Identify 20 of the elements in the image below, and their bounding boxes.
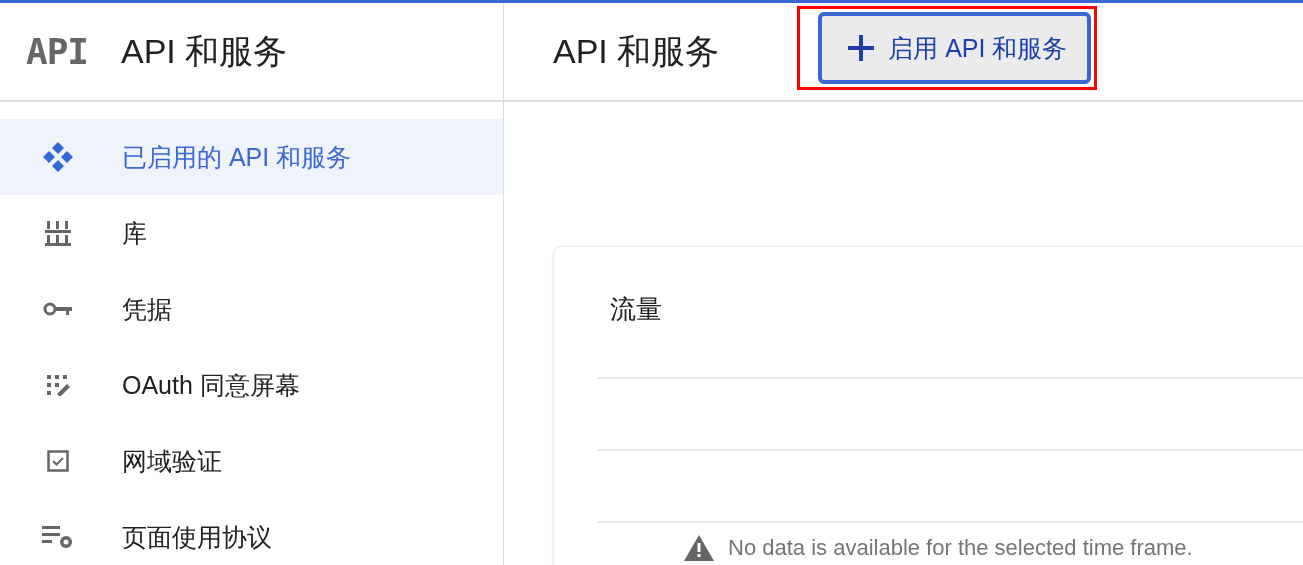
product-title: API 和服务 [121, 30, 288, 72]
sidebar-item[interactable]: 网域验证 [0, 423, 503, 499]
sidebar-item[interactable]: 已启用的 API 和服务 [0, 119, 503, 195]
key-icon [43, 301, 73, 317]
sidebar-item[interactable]: 凭据 [0, 271, 503, 347]
no-data-message: No data is available for the selected time frame. [728, 535, 1193, 561]
plus-icon [848, 35, 875, 61]
sidebar-item[interactable]: 库 [0, 195, 503, 271]
api-logo: API [26, 31, 90, 72]
diamond-dots-icon [42, 141, 74, 173]
checkbox-icon [47, 450, 69, 472]
card-title: 流量 [610, 293, 662, 326]
sidebar-item[interactable]: 页面使用协议 [0, 499, 503, 565]
columns-icon [45, 219, 71, 247]
sidebar-item[interactable]: OAuth 同意屏幕 [0, 347, 503, 423]
enable-api-button[interactable]: 启用 API 和服务 [818, 12, 1092, 84]
dotted-pencil-icon [45, 374, 71, 396]
list-gear-icon [42, 525, 74, 549]
page-title: API 和服务 [553, 30, 720, 72]
warning-icon [684, 535, 714, 561]
